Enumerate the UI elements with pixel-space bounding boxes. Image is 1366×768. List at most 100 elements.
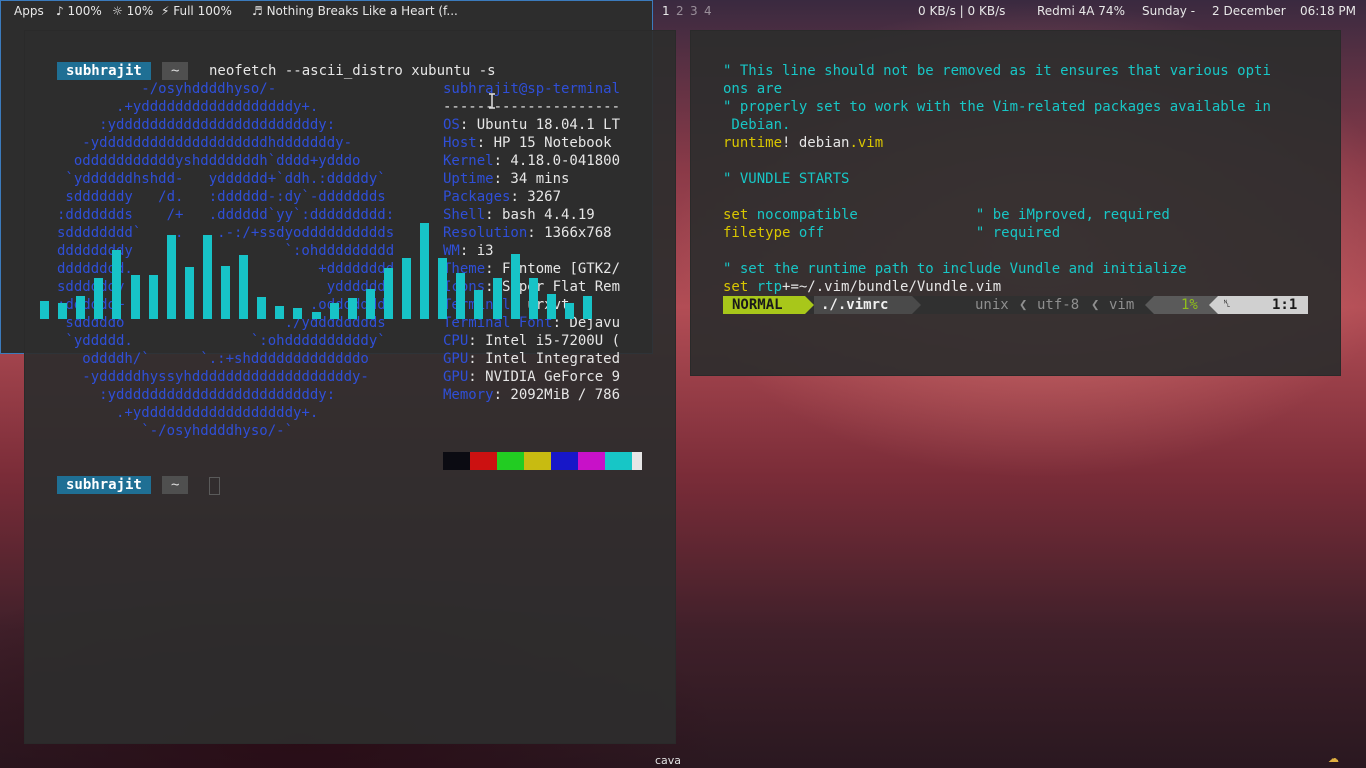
- sep-left-1: ❮: [1019, 297, 1028, 313]
- info-value: : Super Flat Rem: [485, 279, 621, 295]
- visualizer-bar: [275, 306, 284, 319]
- vim-line: " This line should not be removed as it …: [723, 62, 1271, 80]
- info-key: OS: [443, 117, 460, 133]
- visualizer-bar: [312, 312, 321, 319]
- visualizer-bar: [493, 278, 502, 319]
- vim-token: ons are: [723, 81, 783, 97]
- visualizer-bar: [330, 303, 339, 319]
- info-key: GPU: [443, 369, 469, 385]
- info-row: CPU: Intel i5-7200U (: [443, 332, 620, 350]
- ascii-line: ddddddddy `:ohddddddddd: [57, 243, 395, 259]
- ascii-line: :yddddddddddddddddddddddddy:: [57, 387, 336, 403]
- now-playing[interactable]: ♬ Nothing Breaks Like a Heart (f...: [252, 4, 458, 18]
- info-separator: ---------------------: [443, 99, 621, 115]
- ascii-line: sddddddy /d. :dddddd-:dy`-ddddddds: [57, 189, 386, 205]
- vim-line: " set the runtime path to include Vundle…: [723, 260, 1187, 278]
- palette-swatch: [443, 452, 470, 470]
- apps-menu[interactable]: Apps: [14, 4, 44, 18]
- vim-line: ons are: [723, 80, 782, 98]
- weather-icon[interactable]: ☁: [1328, 752, 1339, 765]
- ascii-line: :ddddddds /+ .dddddd`yy`:ddddddddd:: [57, 207, 395, 223]
- vim-token: .vim: [849, 135, 884, 151]
- percent-separator: [1145, 296, 1154, 314]
- wifi-status[interactable]: Redmi 4A 74%: [1037, 4, 1125, 18]
- vim-token: [858, 207, 976, 223]
- vim-line: set rtp+=~/.vim/bundle/Vundle.vim: [723, 278, 1001, 296]
- info-row: Shell: bash 4.4.19: [443, 206, 595, 224]
- visualizer-bar: [112, 250, 121, 319]
- visualizer-bar: [366, 289, 375, 319]
- workspace-2[interactable]: 2: [676, 4, 684, 18]
- visualizer-bar: [203, 235, 212, 319]
- visualizer-bar: [420, 223, 429, 319]
- workspace-1[interactable]: 1: [662, 4, 670, 18]
- prompt-user: subhrajit: [57, 476, 151, 494]
- visualizer-bar: [402, 258, 411, 319]
- ascii-line: sdddddddd` . .-:/+ssdyodddddddddds: [57, 225, 395, 241]
- vim-token: off: [798, 225, 825, 241]
- ascii-line: odddddddddddyshdddddddh`dddd+ydddo: [57, 153, 361, 169]
- ascii-line: .+yddddddddddddddddddy+.: [57, 99, 319, 115]
- ascii-line: `yddddddhshdd- ydddddd+`ddh.:dddddy`: [57, 171, 386, 187]
- file-format: unix: [975, 297, 1009, 313]
- workspace-4[interactable]: 4: [704, 4, 712, 18]
- vim-line: " properly set to work with the Vim-rela…: [723, 98, 1271, 116]
- percent-label: 1%: [1181, 297, 1198, 313]
- vim-line: " VUNDLE STARTS: [723, 170, 849, 188]
- visualizer-bar: [76, 296, 85, 319]
- info-header: subhrajit@sp-terminal: [443, 81, 621, 97]
- info-key: Packages: [443, 189, 511, 205]
- vim-token: nocompatible: [756, 207, 858, 223]
- file-encoding: utf-8: [1037, 297, 1080, 313]
- visualizer-bar: [474, 290, 483, 319]
- day-label: Sunday -: [1142, 4, 1196, 18]
- brightness-indicator[interactable]: ☼ 10%: [112, 4, 153, 18]
- clock: 06:18 PM: [1300, 4, 1356, 18]
- file-type: vim: [1109, 297, 1135, 313]
- info-row: Host: HP 15 Notebook: [443, 134, 612, 152]
- info-row: GPU: NVIDIA GeForce 9: [443, 368, 620, 386]
- visualizer-bar: [511, 254, 520, 319]
- ascii-line: `yddddd. `:ohddddddddddy`: [57, 333, 386, 349]
- info-key: CPU: [443, 333, 469, 349]
- volume-indicator[interactable]: ♪ 100%: [56, 4, 102, 18]
- taskbar-label: cava: [655, 754, 682, 767]
- info-row: Theme: Fantome [GTK2/: [443, 260, 620, 278]
- info-row: Uptime: 34 mins: [443, 170, 569, 188]
- vim-line: runtime! debian.vim: [723, 134, 883, 152]
- vim-token: " properly set to work with the Vim-rela…: [723, 99, 1271, 115]
- vim-token: " be iMproved, required: [975, 207, 1170, 223]
- info-value: : 3267: [510, 189, 562, 205]
- visualizer-bar: [547, 294, 556, 319]
- info-row: Resolution: 1366x768: [443, 224, 612, 242]
- terminal-window[interactable]: subhrajit ~ neofetch --ascii_distro xubu…: [24, 30, 676, 744]
- info-value: : i3: [459, 243, 494, 259]
- info-key: GPU: [443, 351, 469, 367]
- cursor-position: 1:1: [1272, 297, 1298, 313]
- vim-window[interactable]: " This line should not be removed as it …: [690, 30, 1341, 376]
- info-value: : 1366x768: [527, 225, 612, 241]
- workspace-3[interactable]: 3: [690, 4, 698, 18]
- info-value: : 2092MiB / 786: [493, 387, 621, 403]
- visualizer-bar: [40, 301, 49, 319]
- vim-token: set: [723, 279, 757, 295]
- info-key: Kernel: [443, 153, 494, 169]
- info-value: : Intel i5-7200U (: [468, 333, 621, 349]
- info-row: Packages: 3267: [443, 188, 561, 206]
- palette-swatch: [605, 452, 632, 470]
- taskbar: cava ☁: [0, 752, 1366, 768]
- visualizer-bar: [257, 297, 266, 319]
- ascii-line: .+yddddddddddddddddddy+.: [57, 405, 319, 421]
- vim-token: rtp: [756, 279, 783, 295]
- vim-token: " VUNDLE STARTS: [723, 171, 850, 187]
- vim-token: set: [723, 207, 757, 223]
- info-value: : bash 4.4.19: [485, 207, 595, 223]
- info-row: GPU: Intel Integrated: [443, 350, 620, 368]
- info-value: : NVIDIA GeForce 9: [468, 369, 621, 385]
- vim-token: ! debian: [782, 135, 850, 151]
- sep-left-2: ❮: [1091, 297, 1100, 313]
- vim-token: " This line should not be removed as it …: [723, 63, 1271, 79]
- info-key: Memory: [443, 387, 494, 403]
- vim-line: set nocompatible " be iMproved, required: [723, 206, 1170, 224]
- vim-statusline: NORMAL ./.vimrc unix ❮ utf-8 ❮ vim 1% ␤ …: [723, 296, 1308, 314]
